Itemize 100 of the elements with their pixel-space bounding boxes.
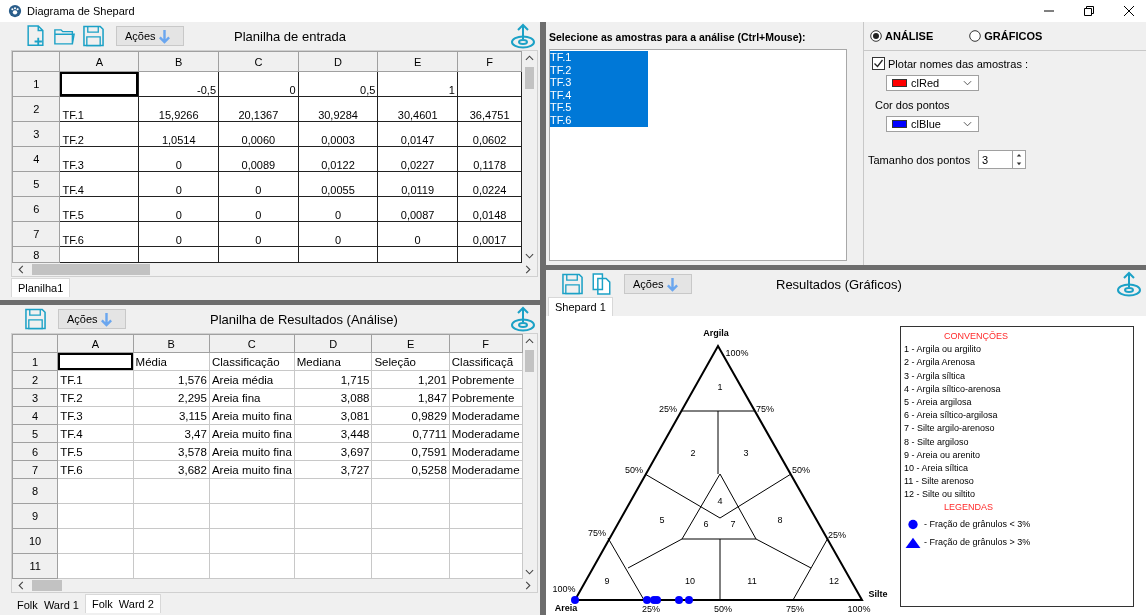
table-cell[interactable]: 1,576	[133, 370, 210, 389]
sheet-tab[interactable]: Planilha1	[11, 278, 71, 297]
table-cell[interactable]: Pobremente	[449, 388, 523, 407]
table-cell[interactable]: TF.4	[57, 424, 134, 443]
table-cell[interactable]: TF.6	[57, 460, 134, 479]
column-header[interactable]: A	[57, 334, 134, 353]
chevron-right-icon[interactable]	[525, 265, 531, 274]
color-dropdown[interactable]: clRed	[886, 75, 979, 91]
column-header[interactable]: D	[294, 334, 372, 353]
column-header[interactable]: F	[449, 334, 523, 353]
table-cell[interactable]: 0,0089	[218, 146, 299, 172]
chevron-left-icon[interactable]	[18, 581, 24, 590]
table-cell[interactable]	[218, 246, 299, 263]
table-cell[interactable]: Areia muito fina	[209, 406, 295, 425]
row-header[interactable]: 4	[12, 146, 60, 172]
table-cell[interactable]	[209, 478, 295, 504]
table-cell[interactable]	[209, 503, 295, 529]
save-icon[interactable]	[83, 25, 104, 47]
table-cell[interactable]	[138, 246, 219, 263]
table-cell[interactable]	[371, 503, 450, 529]
upload-icon[interactable]	[510, 23, 536, 49]
column-header[interactable]: E	[377, 51, 458, 72]
table-cell[interactable]: 0,0060	[218, 121, 299, 147]
column-header[interactable]: C	[209, 334, 295, 353]
table-cell[interactable]: Classificaçã	[449, 352, 523, 371]
table-cell[interactable]	[57, 528, 134, 554]
table-cell[interactable]	[457, 71, 522, 97]
table-cell[interactable]	[209, 553, 295, 579]
table-cell[interactable]: Moderadame	[449, 424, 523, 443]
table-cell[interactable]: Areia média	[209, 370, 295, 389]
scroll-thumb[interactable]	[32, 264, 150, 275]
table-cell[interactable]: TF.2	[59, 121, 139, 147]
restore-icon[interactable]	[1084, 6, 1094, 16]
table-cell[interactable]: 1,715	[294, 370, 372, 389]
scroll-thumb[interactable]	[525, 67, 535, 89]
list-item[interactable]: TF.5	[550, 101, 648, 114]
row-header[interactable]: 5	[12, 171, 60, 197]
sheet-tab[interactable]: Folk Ward 2	[84, 594, 161, 613]
table-cell[interactable]: TF.5	[57, 442, 134, 461]
table-cell[interactable]: 0,7711	[371, 424, 450, 443]
row-header[interactable]: 7	[12, 221, 60, 247]
list-item[interactable]: TF.1	[550, 51, 648, 64]
table-cell[interactable]: 3,682	[133, 460, 210, 479]
table-cell[interactable]	[371, 478, 450, 504]
table-cell[interactable]	[449, 553, 523, 579]
table-cell[interactable]: 3,697	[294, 442, 372, 461]
table-cell[interactable]	[457, 246, 522, 263]
table-cell[interactable]: Moderadame	[449, 406, 523, 425]
table-cell[interactable]: 3,727	[294, 460, 372, 479]
table-cell[interactable]	[133, 528, 210, 554]
table-cell[interactable]: 0,0227	[377, 146, 458, 172]
row-header[interactable]: 11	[12, 553, 58, 579]
table-cell[interactable]: 0,0224	[457, 171, 522, 197]
column-header[interactable]: D	[298, 51, 378, 72]
table-cell[interactable]: Seleção	[371, 352, 450, 371]
radio-button[interactable]: GRÁFICOS	[969, 30, 1043, 42]
triangle-up-icon[interactable]	[1016, 153, 1022, 158]
new-file-icon[interactable]	[25, 25, 46, 47]
table-cell[interactable]: 1,201	[371, 370, 450, 389]
table-cell[interactable]: 3,47	[133, 424, 210, 443]
table-cell[interactable]	[298, 246, 378, 263]
chevron-right-icon[interactable]	[525, 581, 531, 590]
checkbox[interactable]: Plotar nomes das amostras :	[872, 57, 1028, 70]
chevron-left-icon[interactable]	[18, 265, 24, 274]
scroll-thumb[interactable]	[32, 580, 62, 591]
table-cell[interactable]: 1,847	[371, 388, 450, 407]
table-cell[interactable]: 36,4751	[457, 96, 522, 122]
table-cell[interactable]	[377, 246, 458, 263]
table-cell[interactable]: 0,0602	[457, 121, 522, 147]
table-cell[interactable]: Pobremente	[449, 370, 523, 389]
table-cell[interactable]: TF.5	[59, 196, 139, 222]
table-cell[interactable]	[294, 503, 372, 529]
column-header[interactable]: E	[371, 334, 450, 353]
table-cell[interactable]: 0	[298, 221, 378, 247]
table-cell[interactable]	[57, 503, 134, 529]
upload-icon[interactable]	[1116, 271, 1142, 297]
table-cell[interactable]: 0	[218, 196, 299, 222]
table-cell[interactable]	[59, 246, 139, 263]
table-cell[interactable]: 2,295	[133, 388, 210, 407]
table-cell[interactable]: TF.3	[57, 406, 134, 425]
table-cell[interactable]: 0	[138, 146, 219, 172]
table-cell[interactable]	[133, 503, 210, 529]
table-cell[interactable]: 15,9266	[138, 96, 219, 122]
table-cell[interactable]: 0,1178	[457, 146, 522, 172]
table-cell[interactable]: 3,088	[294, 388, 372, 407]
table-cell[interactable]: 0,0122	[298, 146, 378, 172]
spreadsheet-grid[interactable]	[11, 333, 538, 593]
table-cell[interactable]: 20,1367	[218, 96, 299, 122]
save-icon[interactable]	[25, 308, 46, 330]
table-cell[interactable]: -0,5	[138, 71, 219, 97]
table-cell[interactable]: 30,9284	[298, 96, 378, 122]
actions-button[interactable]: Ações	[624, 274, 692, 294]
table-cell[interactable]: 0,0055	[298, 171, 378, 197]
table-cell[interactable]: Média	[133, 352, 210, 371]
row-header[interactable]: 10	[12, 528, 58, 554]
point-size-field[interactable]: 3	[978, 150, 1012, 169]
row-header[interactable]: 9	[12, 503, 58, 529]
column-header[interactable]: C	[218, 51, 299, 72]
actions-button[interactable]: Ações	[58, 309, 126, 329]
table-cell[interactable]	[294, 478, 372, 504]
